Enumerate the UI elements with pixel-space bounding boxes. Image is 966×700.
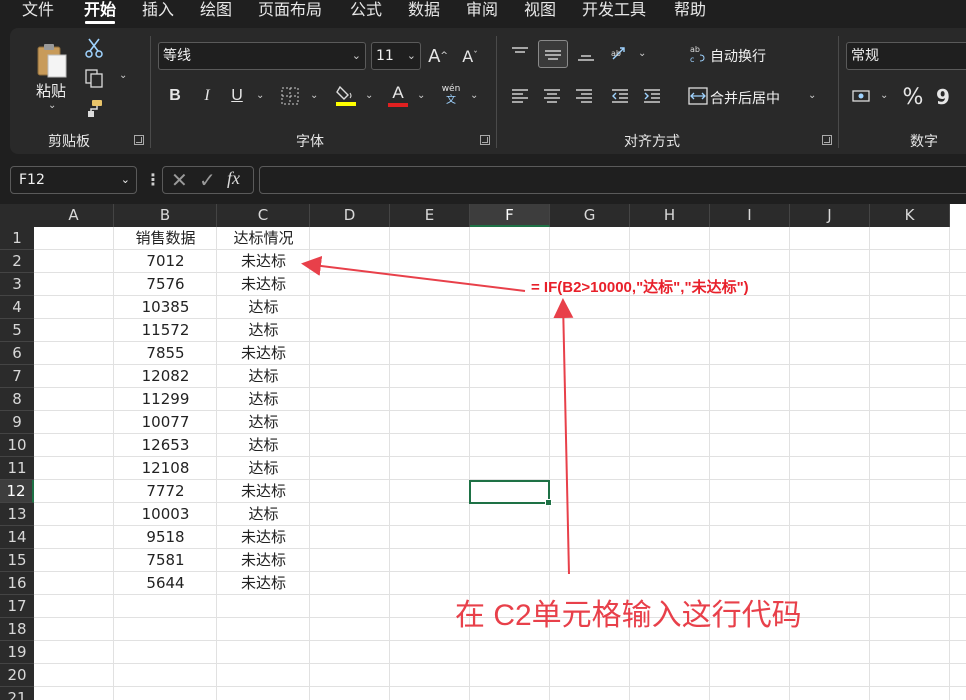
arrow-to-formula [553, 298, 574, 575]
arrow-to-c2 [301, 256, 526, 292]
formula-annotation: = IF(B2>10000,"达标","未达标") [531, 279, 749, 296]
instruction-annotation: 在 C2单元格输入这行代码 [455, 599, 802, 632]
